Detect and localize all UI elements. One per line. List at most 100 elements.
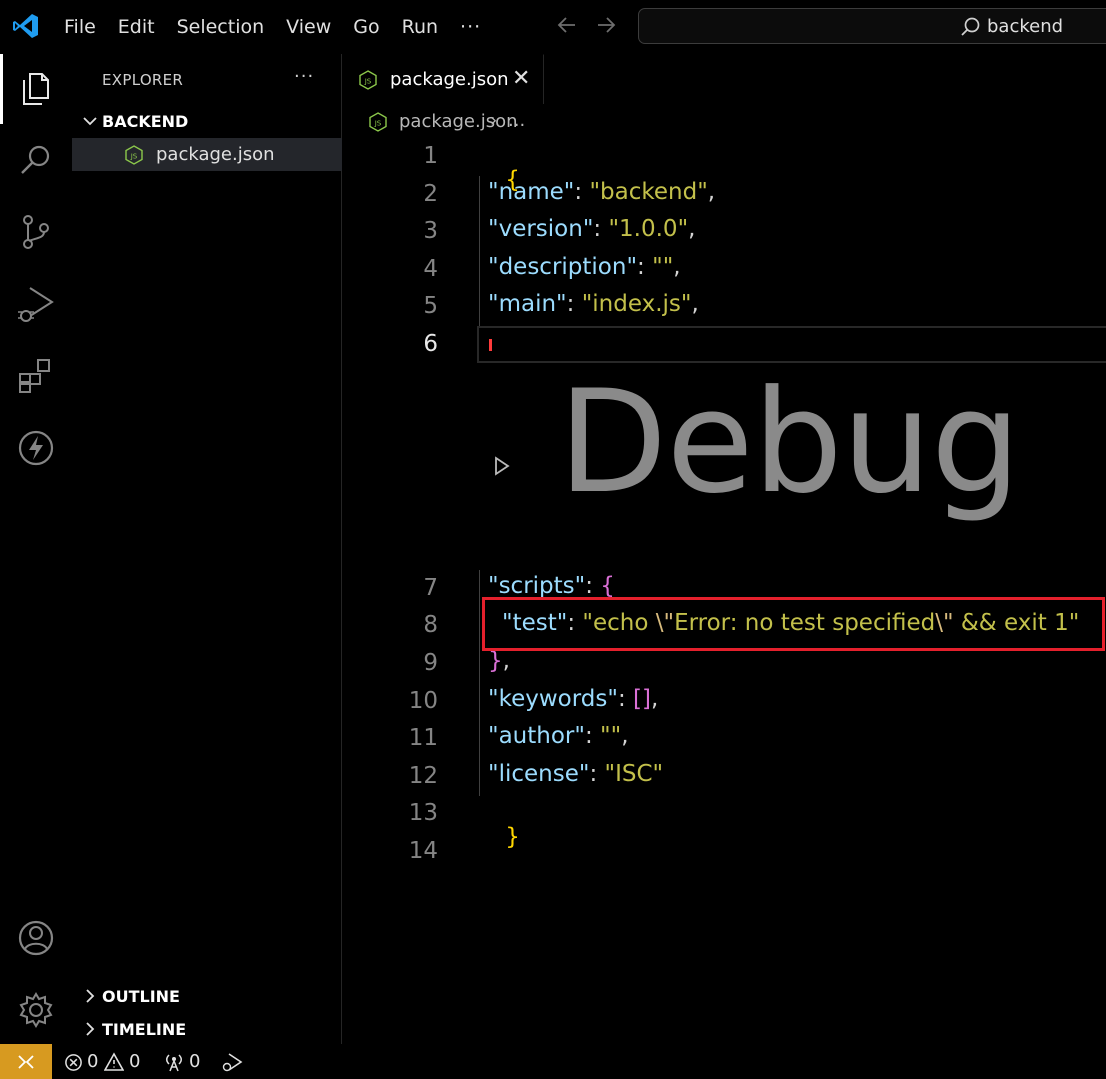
json-comma: , (691, 291, 699, 317)
menu-view[interactable]: View (286, 15, 331, 39)
line-number: 2 (423, 181, 438, 207)
line-number: 3 (423, 218, 438, 244)
editor-tabs: JS package.json ✕ (342, 54, 1106, 104)
explorer-files-icon[interactable] (14, 66, 58, 110)
ports-count[interactable]: 0 (189, 1051, 200, 1072)
json-key: "license" (488, 761, 590, 787)
vscode-window: File Edit Selection View Go Run ··· back… (0, 0, 1106, 1079)
line-number: 11 (408, 725, 438, 751)
code-line-5[interactable]: "main": "index.js", (488, 291, 699, 317)
line-number-active: 6 (423, 331, 438, 357)
highlight-box-annotation (482, 597, 1105, 651)
active-indicator (0, 54, 3, 124)
indent-guide (479, 570, 480, 796)
ports-broadcast-icon[interactable] (163, 1052, 185, 1072)
source-control-icon[interactable] (14, 210, 58, 254)
back-arrow-icon[interactable] (556, 14, 578, 36)
nodejs-file-icon: JS (125, 145, 143, 165)
json-key: "version" (488, 216, 594, 242)
debug-play-icon[interactable] (492, 454, 512, 478)
status-bar: 0 0 0 (0, 1044, 1106, 1079)
line-number: 1 (423, 143, 438, 169)
json-colon: : (589, 761, 605, 787)
menu-selection[interactable]: Selection (177, 15, 265, 39)
file-item-package-json[interactable]: JS package.json (72, 138, 342, 171)
json-value: "backend" (589, 179, 708, 205)
search-view-icon[interactable] (14, 138, 58, 182)
code-line-12[interactable]: "license": "ISC" (488, 761, 663, 787)
explorer-sidebar: EXPLORER ··· BACKEND JS package.json OUT… (72, 54, 342, 1044)
code-line-4[interactable]: "description": "", (488, 254, 681, 280)
code-line-3[interactable]: "version": "1.0.0", (488, 216, 695, 242)
folder-backend-header[interactable]: BACKEND (72, 107, 342, 137)
outline-label: OUTLINE (102, 987, 180, 1006)
json-colon: : (584, 723, 601, 749)
explorer-title: EXPLORER (102, 71, 184, 89)
json-value: "" (600, 723, 622, 749)
command-center-search[interactable]: backend (638, 8, 1106, 44)
tab-package-json[interactable]: JS package.json ✕ (342, 54, 544, 104)
menu-file[interactable]: File (64, 15, 96, 39)
breadcrumb-more[interactable]: ... (508, 110, 525, 131)
close-brace: } (488, 648, 503, 674)
run-debug-icon[interactable] (14, 282, 58, 326)
tab-close-icon[interactable]: ✕ (512, 66, 530, 91)
tab-label: package.json (390, 69, 509, 90)
json-key: "description" (488, 254, 638, 280)
code-line-2[interactable]: "name": "backend", (488, 179, 715, 205)
text-cursor (489, 339, 492, 351)
code-line-13[interactable]: } (476, 798, 520, 876)
json-colon: : (566, 291, 582, 317)
json-key: "main" (488, 291, 567, 317)
breadcrumb-file[interactable]: package.json (399, 111, 518, 132)
json-colon: : (637, 254, 653, 280)
extensions-icon[interactable] (14, 354, 58, 398)
error-count[interactable]: 0 (87, 1051, 98, 1072)
json-comma: , (621, 723, 629, 749)
warning-icon[interactable] (104, 1052, 124, 1072)
menu-bar: File Edit Selection View Go Run ··· (64, 15, 481, 39)
title-bar: File Edit Selection View Go Run ··· back… (0, 0, 1106, 54)
svg-text:JS: JS (374, 120, 382, 128)
menu-edit[interactable]: Edit (118, 15, 155, 39)
remote-indicator[interactable] (0, 1044, 52, 1079)
json-value: "1.0.0" (608, 216, 689, 242)
json-comma: , (688, 216, 696, 242)
line-number: 7 (423, 575, 438, 601)
code-line-10[interactable]: "keywords": [], (488, 686, 658, 712)
file-label: package.json (156, 144, 275, 165)
thunder-client-icon[interactable] (14, 426, 58, 470)
menu-more-button[interactable]: ··· (460, 15, 481, 39)
menu-go[interactable]: Go (353, 15, 379, 39)
nodejs-file-icon: JS (369, 112, 387, 132)
line-number: 13 (408, 800, 438, 826)
json-key: "keywords" (488, 686, 618, 712)
code-line-7[interactable]: "scripts": { (488, 573, 615, 599)
warning-count[interactable]: 0 (129, 1051, 140, 1072)
outline-section-header[interactable]: OUTLINE (72, 982, 342, 1012)
folder-label: BACKEND (102, 112, 189, 131)
debug-overlay-text: Debug (558, 360, 1021, 525)
settings-gear-icon[interactable] (14, 988, 58, 1032)
json-comma: , (650, 686, 659, 712)
vscode-logo-icon[interactable] (12, 12, 40, 40)
menu-run[interactable]: Run (402, 15, 438, 39)
accounts-icon[interactable] (14, 916, 58, 960)
chevron-right-icon (86, 989, 95, 1003)
close-brace: } (505, 824, 520, 850)
timeline-section-header[interactable]: TIMELINE (72, 1015, 342, 1045)
forward-arrow-icon[interactable] (595, 14, 617, 36)
svg-text:JS: JS (364, 78, 372, 86)
line-number: 9 (423, 650, 438, 676)
line-number: 10 (408, 688, 438, 714)
explorer-more-button[interactable]: ··· (294, 66, 314, 87)
search-text: backend (987, 16, 1064, 37)
line-number: 14 (408, 838, 438, 864)
error-icon[interactable] (64, 1053, 83, 1072)
debug-launch-icon[interactable] (221, 1052, 243, 1072)
json-colon: : (617, 686, 633, 712)
json-array: [] (633, 686, 651, 712)
code-line-9[interactable]: }, (488, 648, 510, 674)
code-line-11[interactable]: "author": "", (488, 723, 629, 749)
json-colon: : (574, 179, 590, 205)
